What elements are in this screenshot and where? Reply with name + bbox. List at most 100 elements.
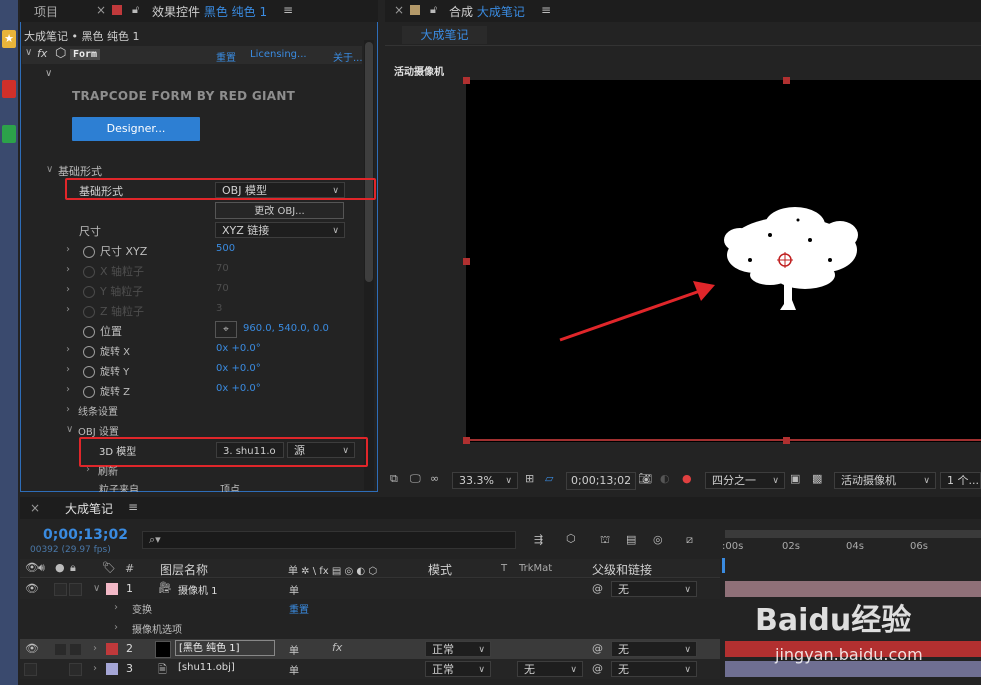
lock-toggle[interactable] xyxy=(69,663,82,676)
selection-handle[interactable] xyxy=(463,258,470,265)
layer-name[interactable]: [shu11.obj] xyxy=(178,662,235,673)
parent-dropdown[interactable]: 无 ∨ xyxy=(611,581,697,597)
visibility-toggle[interactable] xyxy=(24,663,37,676)
expand-chevron-icon[interactable]: › xyxy=(86,464,90,475)
chevron-down-icon[interactable]: ∨ xyxy=(66,424,73,435)
selection-handle[interactable] xyxy=(783,77,790,84)
composition-mini-flowchart-icon[interactable]: ⇶ xyxy=(534,533,543,546)
lock-icon[interactable]: 🔓︎ xyxy=(430,3,437,17)
layer-name[interactable]: 摄像机 1 xyxy=(178,582,218,597)
viewer-timecode[interactable]: 0;00;13;02 xyxy=(566,472,637,490)
designer-button[interactable]: Designer... xyxy=(72,117,200,141)
parent-pickwhip-icon[interactable]: @ xyxy=(592,642,603,655)
stopwatch-icon[interactable] xyxy=(83,346,95,358)
rotation-z-value[interactable]: 0x +0.0° xyxy=(216,383,261,394)
lock-toggle[interactable] xyxy=(69,583,82,596)
expand-chevron-icon[interactable]: › xyxy=(66,404,70,415)
stopwatch-icon[interactable] xyxy=(83,306,95,318)
effect-about-link[interactable]: 关于... xyxy=(333,49,363,64)
stopwatch-icon[interactable] xyxy=(83,266,95,278)
eye-icon[interactable]: 👁︎ xyxy=(25,642,39,655)
stopwatch-icon[interactable] xyxy=(83,326,95,338)
frame-blending-icon[interactable]: ▤ xyxy=(626,533,636,546)
camera-view-dropdown[interactable]: 活动摄像机 ∨ xyxy=(834,472,936,489)
position-crosshair-button[interactable]: ⌖ xyxy=(215,321,237,338)
grid-icon[interactable]: ⊞ xyxy=(525,472,534,485)
trkmat-dropdown[interactable]: 无 ∨ xyxy=(517,661,583,677)
parent-dropdown[interactable]: 无 ∨ xyxy=(611,641,697,657)
change-obj-button[interactable]: 更改 OBJ... xyxy=(215,202,344,219)
resolution-dropdown[interactable]: 四分之一 ∨ xyxy=(705,472,785,489)
tab-project[interactable]: 项目 xyxy=(34,3,58,20)
monitor-icon[interactable]: 🖵︎ xyxy=(410,472,421,486)
stopwatch-icon[interactable] xyxy=(83,386,95,398)
expand-chevron-icon[interactable]: › xyxy=(114,622,118,633)
layer-name[interactable]: [黑色 纯色 1] xyxy=(175,640,275,656)
show-snapshot-icon[interactable]: ◐ xyxy=(660,472,670,485)
effect-reset-link[interactable]: 重置 xyxy=(216,49,236,64)
audio-icon[interactable]: 🔊︎ xyxy=(38,561,45,575)
layer-search-input[interactable]: ⌕▾ xyxy=(142,531,516,549)
chat-icon[interactable] xyxy=(2,125,16,143)
transform-reset-link[interactable]: 重置 xyxy=(289,601,309,616)
stopwatch-icon[interactable] xyxy=(83,286,95,298)
layer-shy-switch[interactable]: 单 xyxy=(289,582,299,597)
graph-editor-icon[interactable]: ⧄ xyxy=(686,533,693,547)
blend-mode-dropdown[interactable]: 正常 ∨ xyxy=(425,661,491,677)
lock-toggle[interactable] xyxy=(69,643,82,656)
expand-chevron-icon[interactable]: › xyxy=(66,364,70,375)
solo-icon[interactable]: ● xyxy=(55,561,65,574)
layer-label-color[interactable] xyxy=(106,663,118,675)
time-ruler[interactable]: :00s 02s 04s 06s xyxy=(720,528,981,560)
solo-toggle[interactable] xyxy=(54,643,67,656)
expand-chevron-icon[interactable]: › xyxy=(66,244,70,255)
expand-chevron-icon[interactable]: › xyxy=(66,344,70,355)
close-icon[interactable]: × xyxy=(30,501,40,515)
close-icon[interactable]: × xyxy=(394,3,404,17)
lock-icon[interactable]: 🔓︎ xyxy=(132,3,139,17)
close-icon[interactable]: × xyxy=(96,3,106,17)
expand-chevron-icon[interactable]: › xyxy=(66,304,70,315)
star-icon[interactable]: ★ xyxy=(2,30,16,48)
shy-layers-icon[interactable]: ⛫ xyxy=(600,533,610,548)
expand-chevron-icon[interactable]: › xyxy=(66,284,70,295)
rotation-y-value[interactable]: 0x +0.0° xyxy=(216,363,261,374)
parent-pickwhip-icon[interactable]: @ xyxy=(592,662,603,675)
selection-handle[interactable] xyxy=(463,77,470,84)
draft-3d-icon[interactable]: ⬡ xyxy=(566,532,576,545)
expand-chevron-icon[interactable]: › xyxy=(66,384,70,395)
effect-collapse-chevron-icon[interactable]: ∨ xyxy=(25,47,32,58)
motion-blur-icon[interactable]: ◎ xyxy=(653,533,663,546)
mask-icon[interactable]: ∞ xyxy=(430,472,439,485)
brand-chevron-icon[interactable]: ∨ xyxy=(45,68,52,79)
chevron-down-icon[interactable]: ∨ xyxy=(46,164,53,175)
view-layout-dropdown[interactable]: 1 个... xyxy=(940,472,981,489)
tab-timeline[interactable]: 大成笔记 xyxy=(65,500,113,517)
layer-label-color[interactable] xyxy=(106,583,118,595)
camera-snapshot-icon[interactable]: 📷︎ xyxy=(638,472,652,485)
timeline-timecode[interactable]: 0;00;13;02 xyxy=(43,527,128,543)
always-preview-icon[interactable]: ⧉ xyxy=(390,472,398,486)
fx-icon[interactable]: fx xyxy=(37,47,47,60)
layer-label-color[interactable] xyxy=(106,643,118,655)
selection-handle[interactable] xyxy=(463,437,470,444)
color-channels-icon[interactable]: ● xyxy=(682,472,692,485)
effect-licensing-link[interactable]: Licensing... xyxy=(250,49,307,60)
effects-scrollbar[interactable] xyxy=(364,40,374,490)
expand-chevron-icon[interactable]: › xyxy=(93,663,97,674)
tab-effects-controls[interactable]: 效果控件 黑色 纯色 1 xyxy=(152,3,267,20)
expand-chevron-icon[interactable]: › xyxy=(114,602,118,613)
particles-from-value[interactable]: 顶点 xyxy=(220,481,240,492)
region-icon[interactable]: ▱ xyxy=(545,472,553,485)
stopwatch-icon[interactable] xyxy=(83,366,95,378)
panel-menu-icon[interactable]: ≡ xyxy=(283,3,293,17)
stopwatch-icon[interactable] xyxy=(83,246,95,258)
size-xyz-value[interactable]: 500 xyxy=(216,243,235,254)
position-value[interactable]: 960.0, 540.0, 0.0 xyxy=(243,323,329,334)
selection-handle[interactable] xyxy=(783,437,790,444)
tab-composition[interactable]: 合成 大成笔记 xyxy=(449,3,525,20)
panel-menu-icon[interactable]: ≡ xyxy=(541,3,551,17)
work-area-bar[interactable] xyxy=(725,530,981,538)
comp-subtab[interactable]: 大成笔记 xyxy=(402,26,487,44)
eye-icon[interactable]: 👁︎ xyxy=(25,561,39,574)
